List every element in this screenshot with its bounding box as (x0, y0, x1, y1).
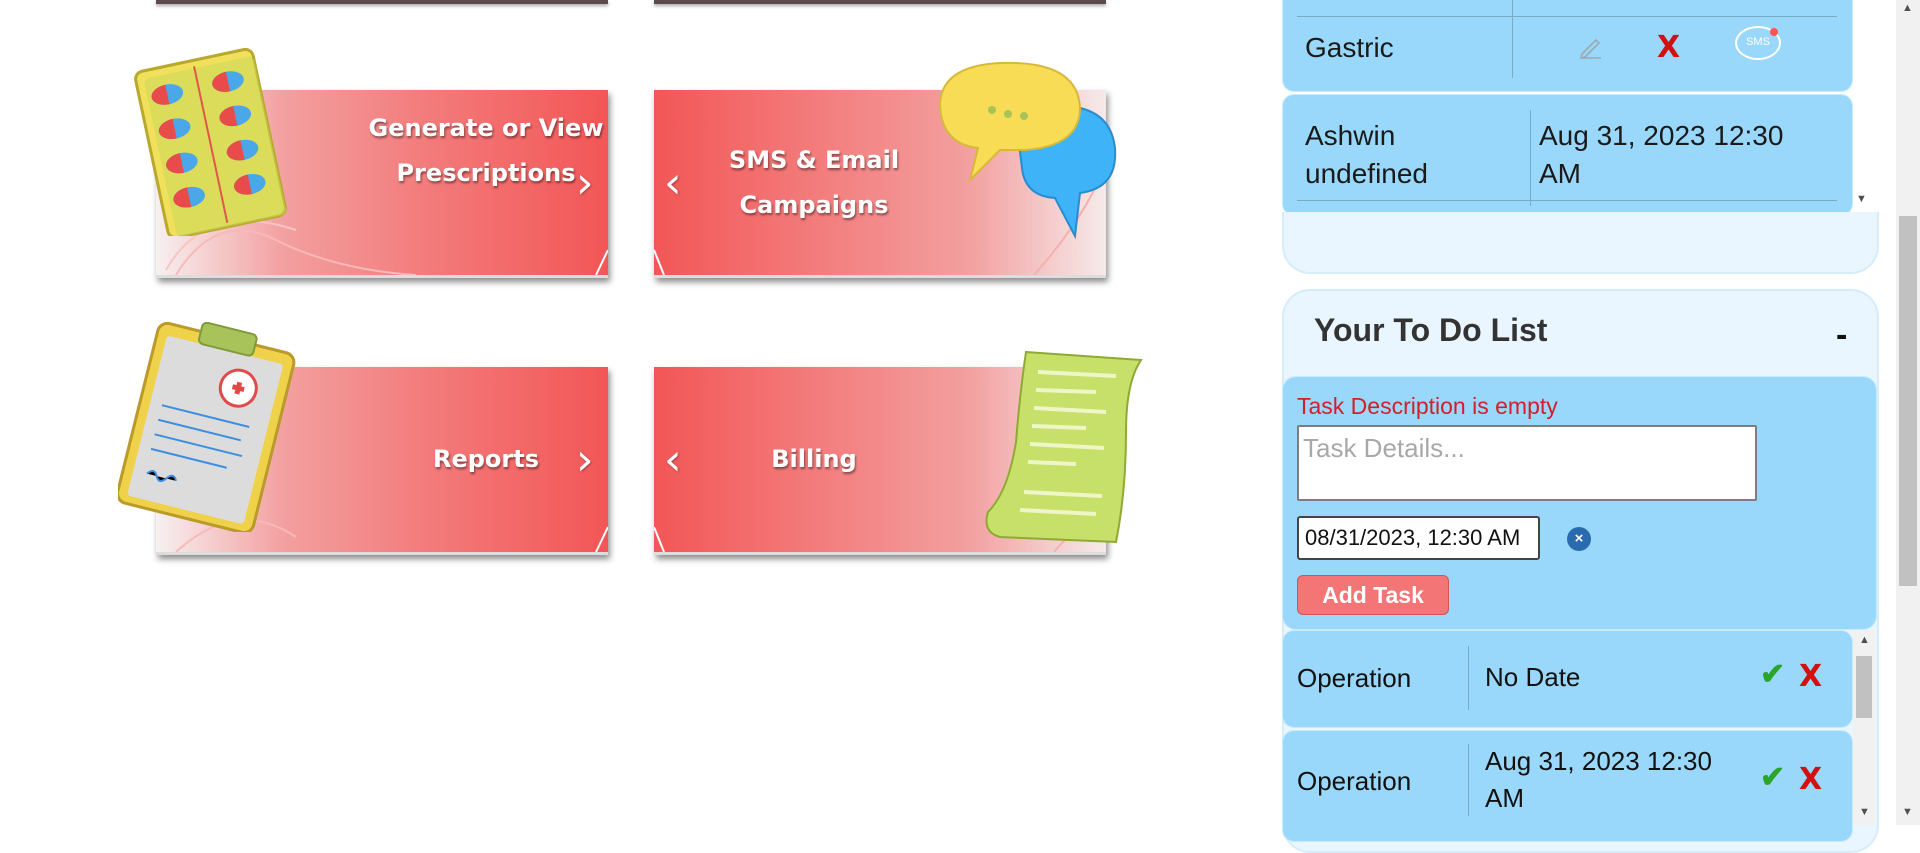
notification-dot (1770, 28, 1778, 36)
collapse-button[interactable]: - (1836, 316, 1847, 355)
todo-item-name: Operation (1297, 766, 1412, 796)
pencil-icon[interactable] (1578, 34, 1604, 60)
scroll-up-arrow[interactable]: ▲ (1856, 634, 1873, 646)
column-divider (1530, 110, 1531, 206)
chevron-left-icon: ‹ (664, 157, 682, 208)
add-task-button[interactable]: Add Task (1297, 575, 1449, 615)
todo-item-date: Aug 31, 2023 12:30 AM (1485, 746, 1712, 813)
delete-appointment-icon[interactable]: X (1657, 30, 1680, 65)
todo-title: Your To Do List (1314, 312, 1548, 348)
delete-task-icon[interactable]: X (1799, 659, 1822, 694)
tile-stub-right (654, 0, 1106, 4)
invoice-scroll-icon (985, 350, 1143, 544)
error-message: Task Description is empty (1297, 393, 1558, 419)
page-scrollbar-thumb[interactable] (1899, 216, 1917, 586)
tile-label: Billing (771, 445, 857, 473)
appointment-date: Aug 31, 2023 12:30 AM (1539, 120, 1784, 189)
tile-label: SMS & Email Campaigns (728, 146, 900, 219)
delete-task-icon[interactable]: X (1799, 762, 1822, 797)
appointment-name: Gastric (1305, 32, 1394, 63)
column-divider (1512, 0, 1513, 78)
clipboard-icon (118, 322, 296, 532)
page-scroll-down-arrow[interactable]: ▼ (1899, 806, 1916, 818)
appointments-card-footer (1282, 212, 1879, 274)
tile-label: Reports (432, 445, 540, 473)
complete-check-icon[interactable]: ✔ (1760, 657, 1785, 692)
row-divider (1297, 16, 1837, 17)
task-date-input[interactable]: 08/31/2023, 12:30 AM (1297, 516, 1540, 560)
scrollbar-thumb[interactable] (1856, 656, 1872, 718)
chat-bubbles-icon (938, 61, 1117, 240)
pill-pack-icon (134, 47, 287, 236)
todo-item-name: Operation (1297, 663, 1412, 693)
page-scroll-up-arrow[interactable]: ▲ (1899, 2, 1916, 14)
clear-date-icon[interactable]: × (1567, 527, 1591, 551)
scroll-down-arrow[interactable]: ▼ (1856, 806, 1873, 818)
tile-label: Generate or View Prescriptions (368, 114, 604, 187)
task-details-input[interactable] (1297, 425, 1757, 501)
tile-stub-left (156, 0, 608, 4)
row-divider (1297, 200, 1837, 201)
chevron-right-icon: › (576, 434, 594, 485)
chevron-right-icon: › (576, 157, 594, 208)
complete-check-icon[interactable]: ✔ (1760, 760, 1785, 795)
column-divider (1468, 646, 1469, 710)
scroll-down-arrow[interactable]: ▼ (1853, 193, 1870, 205)
todo-item-date: No Date (1485, 662, 1581, 692)
appointment-name: Ashwin undefined (1305, 120, 1429, 189)
chevron-left-icon: ‹ (664, 434, 682, 485)
column-divider (1468, 744, 1469, 816)
